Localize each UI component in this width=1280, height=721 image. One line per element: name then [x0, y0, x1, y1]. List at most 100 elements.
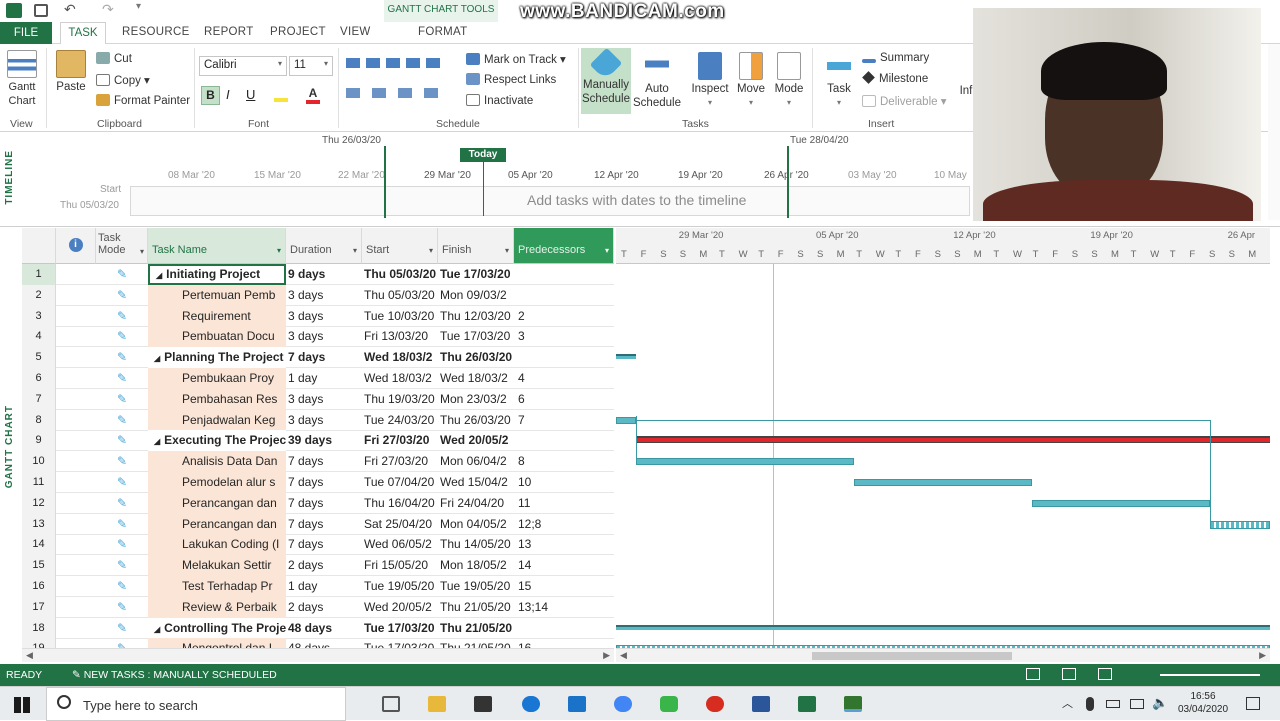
- task-name-column-header[interactable]: Task Name ▾: [148, 228, 286, 264]
- task-name-cell[interactable]: Melakukan Settir: [148, 555, 286, 577]
- task-name-cell[interactable]: Perancangan dan: [148, 513, 286, 535]
- sheet-horizontal-scrollbar[interactable]: ◀ ▶: [22, 648, 614, 662]
- table-row[interactable]: 17 ✎ Review & Perbaik 2 days Wed 20/05/2 Thu …: [22, 596, 614, 618]
- percent-complete-icons[interactable]: [346, 58, 446, 68]
- font-size-select[interactable]: 11 ▾: [289, 56, 333, 76]
- finish-cell[interactable]: Mon 06/04/2: [438, 451, 514, 472]
- pushpin-icon[interactable]: ✎: [96, 264, 148, 285]
- tab-view[interactable]: VIEW: [340, 26, 371, 38]
- finish-cell[interactable]: Wed 15/04/2: [438, 472, 514, 493]
- predecessors-cell[interactable]: 11: [514, 493, 614, 514]
- finish-cell[interactable]: Mon 04/05/2: [438, 514, 514, 535]
- redo-icon[interactable]: ↷: [102, 1, 114, 18]
- predecessors-cell[interactable]: 7: [514, 410, 614, 431]
- pushpin-icon[interactable]: ✎: [96, 472, 148, 493]
- start-cell[interactable]: Tue 17/03/20: [362, 618, 438, 639]
- start-cell[interactable]: Wed 18/03/2: [362, 347, 438, 368]
- task-name-cell[interactable]: Analisis Data Dan: [148, 451, 286, 473]
- table-row[interactable]: 1 ✎ ◢ Initiating Project 9 days Thu 05/03/20 T…: [22, 264, 614, 285]
- task-name-cell[interactable]: Lakukan Coding (I: [148, 534, 286, 556]
- start-cell[interactable]: Sat 25/04/20: [362, 514, 438, 535]
- duration-cell[interactable]: 7 days: [286, 534, 362, 555]
- duration-cell[interactable]: 7 days: [286, 472, 362, 493]
- paste-button[interactable]: Paste: [54, 50, 88, 94]
- finish-cell[interactable]: Thu 21/05/20: [438, 618, 514, 639]
- collapse-icon[interactable]: ◢: [154, 437, 160, 446]
- task-name-cell[interactable]: Pembukaan Proy: [148, 368, 286, 389]
- task-name-cell[interactable]: Pertemuan Pemb: [148, 284, 286, 306]
- collapse-icon[interactable]: ◢: [156, 271, 162, 280]
- gantt-horizontal-scrollbar[interactable]: ◀ ▶: [616, 648, 1270, 662]
- row-id[interactable]: 3: [22, 305, 56, 327]
- microphone-icon[interactable]: [1086, 697, 1094, 711]
- start-cell[interactable]: Thu 05/03/20: [362, 264, 438, 285]
- gantt-view-icon[interactable]: [1026, 668, 1040, 680]
- task-name-cell[interactable]: Perancangan dan: [148, 492, 286, 514]
- start-cell[interactable]: Tue 24/03/20: [362, 410, 438, 431]
- duration-cell[interactable]: 3 days: [286, 410, 362, 431]
- collapse-icon[interactable]: ◢: [154, 625, 160, 634]
- task-view-icon[interactable]: [382, 696, 400, 712]
- predecessors-cell[interactable]: 14: [514, 555, 614, 576]
- line-icon[interactable]: [660, 696, 678, 712]
- tab-file[interactable]: FILE: [0, 22, 52, 44]
- duration-cell[interactable]: 9 days: [286, 264, 362, 285]
- undo-icon[interactable]: ↶: [64, 1, 76, 18]
- zoom-slider[interactable]: [1160, 674, 1260, 676]
- table-row[interactable]: 2 ✎ Pertemuan Pemb 3 days Thu 05/03/20 Mon 09…: [22, 284, 614, 306]
- move-button[interactable]: Move ▾: [734, 52, 768, 110]
- qat-more-icon[interactable]: ▾: [136, 1, 141, 12]
- task-bar[interactable]: [854, 479, 1032, 486]
- predecessors-cell[interactable]: 3: [514, 326, 614, 347]
- deliverable-button[interactable]: Deliverable ▾: [862, 94, 947, 108]
- edge-icon[interactable]: [522, 696, 540, 712]
- predecessors-cell[interactable]: 8: [514, 451, 614, 472]
- duration-cell[interactable]: 48 days: [286, 618, 362, 639]
- pushpin-icon[interactable]: ✎: [96, 534, 148, 555]
- finish-cell[interactable]: Wed 18/03/2: [438, 368, 514, 389]
- predecessors-cell[interactable]: 13: [514, 534, 614, 555]
- pushpin-icon[interactable]: ✎: [96, 285, 148, 306]
- task-name-cell[interactable]: Pemodelan alur s: [148, 472, 286, 493]
- inactivate-button[interactable]: Inactivate: [466, 94, 533, 107]
- task-bar[interactable]: [1210, 520, 1270, 529]
- task-insert-button[interactable]: Task ▾: [822, 52, 856, 110]
- gantt-chart-button[interactable]: Gantt Chart: [4, 50, 40, 108]
- row-id[interactable]: 16: [22, 576, 56, 597]
- row-id[interactable]: 4: [22, 326, 56, 348]
- underline-button[interactable]: U: [246, 87, 255, 102]
- row-id[interactable]: 15: [22, 555, 56, 577]
- scroll-right-icon[interactable]: ▶: [603, 650, 610, 661]
- volume-icon[interactable]: 🔈: [1152, 695, 1168, 711]
- manually-schedule-button[interactable]: Manually Schedule: [581, 47, 631, 114]
- start-cell[interactable]: Wed 20/05/2: [362, 597, 438, 618]
- finish-cell[interactable]: Thu 26/03/20: [438, 347, 514, 368]
- mark-on-track-button[interactable]: Mark on Track ▾: [466, 52, 566, 66]
- start-cell[interactable]: Fri 15/05/20: [362, 555, 438, 576]
- start-cell[interactable]: Thu 19/03/20: [362, 389, 438, 410]
- summary-bar-controlling[interactable]: [616, 624, 1270, 630]
- pushpin-icon[interactable]: ✎: [96, 347, 148, 368]
- finish-cell[interactable]: Tue 17/03/20: [438, 326, 514, 347]
- excel-icon[interactable]: [798, 696, 816, 712]
- task-bar[interactable]: [616, 416, 636, 424]
- start-cell[interactable]: Fri 13/03/20: [362, 326, 438, 347]
- scroll-right-icon[interactable]: ▶: [1259, 650, 1266, 661]
- respect-links-button[interactable]: Respect Links: [466, 73, 556, 86]
- duration-cell[interactable]: 3 days: [286, 306, 362, 327]
- row-id[interactable]: 12: [22, 492, 56, 514]
- pushpin-icon[interactable]: ✎: [96, 597, 148, 618]
- table-row[interactable]: 18 ✎ ◢ Controlling The Proje 48 days Tue 17/0…: [22, 617, 614, 639]
- task-name-cell[interactable]: Pembahasan Res: [148, 388, 286, 410]
- inspect-button[interactable]: Inspect ▾: [690, 52, 730, 110]
- duration-cell[interactable]: 1 day: [286, 368, 362, 389]
- task-usage-view-icon[interactable]: [1062, 668, 1076, 680]
- chrome-icon[interactable]: [614, 696, 632, 712]
- collapse-icon[interactable]: ◢: [154, 354, 160, 363]
- tab-report[interactable]: REPORT: [204, 26, 254, 38]
- scroll-left-icon[interactable]: ◀: [620, 650, 627, 661]
- finish-column-header[interactable]: Finish ▾: [438, 228, 514, 264]
- table-row[interactable]: 8 ✎ Penjadwalan Keg 3 days Tue 24/03/20 Thu 2…: [22, 409, 614, 431]
- finish-cell[interactable]: Thu 12/03/20: [438, 306, 514, 327]
- battery-icon[interactable]: [1106, 700, 1120, 708]
